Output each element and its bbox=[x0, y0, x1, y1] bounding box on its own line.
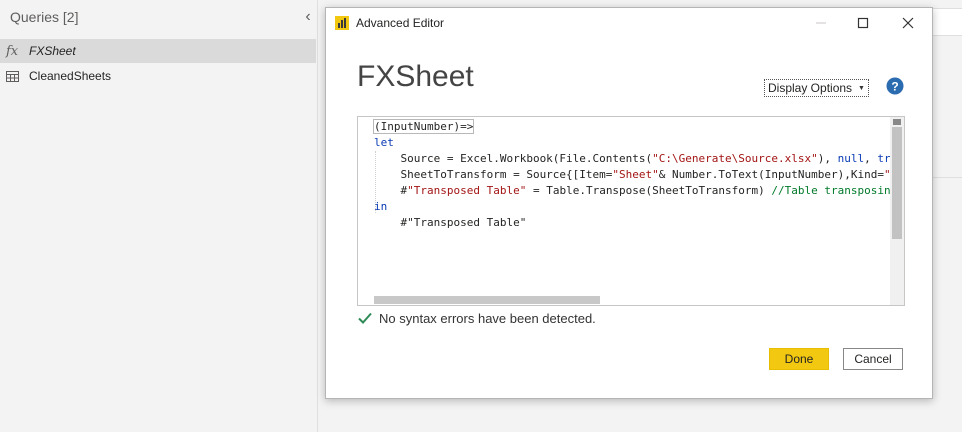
scroll-up-arrow-icon[interactable] bbox=[893, 119, 901, 125]
advanced-editor-dialog: Advanced Editor FXSheet Display Options … bbox=[325, 7, 933, 399]
dialog-titlebar: Advanced Editor bbox=[326, 8, 932, 38]
close-button[interactable] bbox=[896, 12, 920, 34]
query-item-label: FXSheet bbox=[29, 44, 76, 58]
done-button[interactable]: Done bbox=[769, 348, 829, 370]
queries-header: Queries [2] bbox=[10, 9, 79, 25]
syntax-status: No syntax errors have been detected. bbox=[357, 310, 596, 326]
horizontal-scrollbar[interactable] bbox=[358, 295, 890, 305]
query-name-title: FXSheet bbox=[357, 60, 474, 93]
chevron-left-icon: ‹ bbox=[305, 8, 311, 25]
cancel-button[interactable]: Cancel bbox=[843, 348, 903, 370]
display-options-label: Display Options bbox=[768, 81, 853, 95]
status-text: No syntax errors have been detected. bbox=[379, 310, 596, 326]
vertical-scrollbar[interactable] bbox=[890, 117, 904, 305]
collapse-pane-button[interactable]: ‹ bbox=[301, 7, 315, 27]
code-line: let bbox=[374, 136, 394, 149]
check-icon bbox=[358, 312, 372, 324]
code-line: #"Transposed Table" = Table.Transpose(Sh… bbox=[374, 183, 897, 199]
background-divider bbox=[930, 177, 962, 178]
code-area[interactable]: (InputNumber)=> let Source = Excel.Workb… bbox=[372, 119, 904, 231]
minimize-icon bbox=[816, 22, 826, 24]
svg-text:?: ? bbox=[891, 80, 898, 94]
power-bi-logo-icon bbox=[335, 16, 349, 30]
code-editor[interactable]: (InputNumber)=> let Source = Excel.Workb… bbox=[357, 116, 905, 306]
dialog-title: Advanced Editor bbox=[356, 16, 445, 30]
code-line-text: SheetToTransform = Source{[Item="Sheet"&… bbox=[374, 168, 904, 181]
code-line: SheetToTransform = Source{[Item="Sheet"&… bbox=[374, 167, 904, 183]
code-line-text: Source = Excel.Workbook(File.Contents("C… bbox=[374, 152, 903, 165]
table-icon bbox=[6, 70, 20, 82]
code-line: Source = Excel.Workbook(File.Contents("C… bbox=[374, 151, 903, 167]
horizontal-scroll-thumb[interactable] bbox=[374, 296, 600, 304]
display-options-dropdown[interactable]: Display Options ▼ bbox=[764, 79, 869, 97]
background-formula-bar bbox=[930, 8, 962, 36]
queries-pane: Queries [2] ‹ fx FXSheet CleanedSheets bbox=[0, 0, 318, 432]
maximize-button[interactable] bbox=[851, 12, 875, 34]
help-icon[interactable]: ? bbox=[886, 77, 904, 95]
query-item-label: CleanedSheets bbox=[29, 69, 112, 83]
query-item-fxsheet[interactable]: fx FXSheet bbox=[0, 39, 316, 63]
caret-down-icon: ▼ bbox=[858, 84, 865, 92]
code-line-text: #"Transposed Table" = Table.Transpose(Sh… bbox=[374, 184, 898, 197]
maximize-icon bbox=[857, 17, 869, 29]
code-line: (InputNumber)=> bbox=[372, 119, 888, 135]
query-item-cleanedsheets[interactable]: CleanedSheets bbox=[0, 64, 316, 88]
code-line-text: #"Transposed Table" bbox=[374, 216, 527, 229]
close-icon bbox=[902, 17, 914, 29]
code-line-text: (InputNumber)=> bbox=[372, 119, 475, 134]
code-line: in bbox=[374, 200, 388, 213]
function-icon: fx bbox=[6, 43, 19, 59]
minimize-button[interactable] bbox=[809, 12, 833, 34]
code-line: #"Transposed Table" bbox=[374, 215, 888, 231]
vertical-scroll-thumb[interactable] bbox=[892, 127, 902, 239]
